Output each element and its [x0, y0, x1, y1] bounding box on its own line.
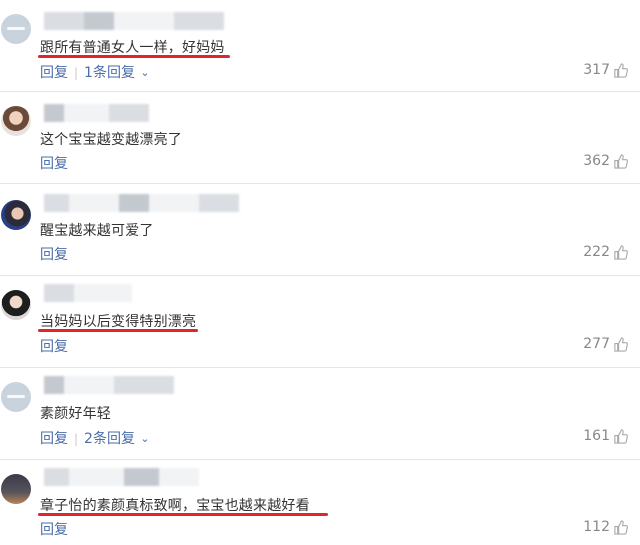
avatar[interactable] — [1, 382, 31, 412]
comment-actions: 回复 — [40, 153, 68, 173]
reply-button[interactable]: 回复 — [40, 339, 68, 355]
username-blurred[interactable] — [44, 376, 174, 394]
thumbs-up-icon — [614, 519, 628, 535]
avatar[interactable] — [1, 14, 31, 44]
chevron-down-icon: ⌄ — [140, 432, 150, 445]
like-button[interactable]: 161 — [583, 428, 628, 444]
username-blurred[interactable] — [44, 468, 199, 486]
reply-button[interactable]: 回复 — [40, 431, 68, 447]
like-count: 112 — [583, 519, 610, 535]
like-count: 222 — [583, 244, 610, 260]
comment-item: 跟所有普通女人一样，好妈妈 回复 | 1条回复 ⌄ 317 — [0, 0, 640, 92]
avatar[interactable] — [1, 290, 31, 320]
avatar[interactable] — [1, 200, 31, 230]
highlight-underline — [38, 513, 328, 516]
like-button[interactable]: 112 — [583, 519, 628, 535]
avatar[interactable] — [1, 474, 31, 504]
comment-text: 这个宝宝越变越漂亮了 — [40, 132, 182, 148]
reply-button[interactable]: 回复 — [40, 156, 68, 172]
like-count: 161 — [583, 428, 610, 444]
chevron-down-icon: ⌄ — [140, 66, 150, 79]
comment-actions: 回复 | 2条回复 ⌄ — [40, 431, 150, 447]
like-count: 317 — [583, 62, 610, 78]
username-blurred[interactable] — [44, 104, 149, 122]
view-replies-button[interactable]: 1条回复 ⌄ — [84, 65, 150, 81]
view-replies-button[interactable]: 2条回复 ⌄ — [84, 431, 150, 447]
comment-actions: 回复 — [40, 336, 68, 356]
reply-button[interactable]: 回复 — [40, 247, 68, 263]
comment-item: 醒宝越来越可爱了 回复 222 — [0, 184, 640, 276]
like-button[interactable]: 362 — [583, 153, 628, 169]
like-button[interactable]: 317 — [583, 62, 628, 78]
username-blurred[interactable] — [44, 194, 239, 212]
comment-item: 章子怡的素颜真标致啊，宝宝也越来越好看 回复 112 — [0, 460, 640, 545]
username-blurred[interactable] — [44, 12, 224, 30]
reply-button[interactable]: 回复 — [40, 65, 68, 81]
like-button[interactable]: 277 — [583, 336, 628, 352]
thumbs-up-icon — [614, 428, 628, 444]
comment-actions: 回复 — [40, 519, 68, 539]
comment-actions: 回复 | 1条回复 ⌄ — [40, 65, 150, 81]
comment-text: 跟所有普通女人一样，好妈妈 — [40, 40, 225, 56]
comment-text: 素颜好年轻 — [40, 406, 111, 422]
highlight-underline — [38, 55, 230, 58]
thumbs-up-icon — [614, 153, 628, 169]
comment-item: 这个宝宝越变越漂亮了 回复 362 — [0, 92, 640, 184]
thumbs-up-icon — [614, 244, 628, 260]
like-button[interactable]: 222 — [583, 244, 628, 260]
reply-button[interactable]: 回复 — [40, 522, 68, 538]
comment-text: 当妈妈以后变得特别漂亮 — [40, 314, 197, 330]
thumbs-up-icon — [614, 336, 628, 352]
username-blurred[interactable] — [44, 284, 132, 302]
comment-text: 章子怡的素颜真标致啊，宝宝也越来越好看 — [40, 498, 310, 514]
highlight-underline — [38, 329, 198, 332]
thumbs-up-icon — [614, 62, 628, 78]
like-count: 362 — [583, 153, 610, 169]
comment-item: 素颜好年轻 回复 | 2条回复 ⌄ 161 — [0, 368, 640, 460]
avatar[interactable] — [1, 106, 31, 136]
comment-text: 醒宝越来越可爱了 — [40, 223, 154, 239]
comment-item: 当妈妈以后变得特别漂亮 回复 277 — [0, 276, 640, 368]
comment-actions: 回复 — [40, 244, 68, 264]
like-count: 277 — [583, 336, 610, 352]
